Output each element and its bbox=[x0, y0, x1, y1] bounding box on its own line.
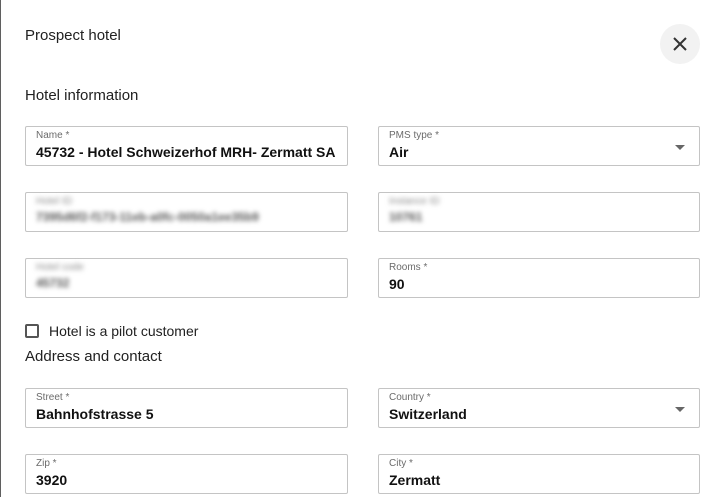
name-label: Name * bbox=[36, 130, 70, 141]
hotel-code-value: 45732 bbox=[36, 276, 70, 290]
pilot-customer-checkbox[interactable] bbox=[25, 324, 39, 338]
zip-label: Zip * bbox=[36, 458, 57, 469]
name-field[interactable]: Name * 45732 - Hotel Schweizerhof MRH- Z… bbox=[25, 126, 348, 166]
window-left-edge bbox=[0, 0, 1, 497]
dropdown-arrow-icon[interactable] bbox=[675, 407, 685, 412]
close-button[interactable] bbox=[660, 24, 700, 64]
country-label: Country * bbox=[389, 392, 431, 403]
section-title-hotel-information: Hotel information bbox=[25, 87, 139, 104]
section-title-address-contact: Address and contact bbox=[25, 348, 162, 365]
zip-field[interactable]: Zip * 3920 bbox=[25, 454, 348, 494]
pms-type-label: PMS type * bbox=[389, 130, 440, 141]
hotel-code-field[interactable]: Hotel code 45732 bbox=[25, 258, 348, 298]
street-label: Street * bbox=[36, 392, 70, 403]
pms-type-value: Air bbox=[389, 144, 409, 160]
street-value: Bahnhofstrasse 5 bbox=[36, 406, 154, 422]
city-value: Zermatt bbox=[389, 472, 441, 488]
rooms-label: Rooms * bbox=[389, 262, 428, 273]
street-field[interactable]: Street * Bahnhofstrasse 5 bbox=[25, 388, 348, 428]
city-label: City * bbox=[389, 458, 413, 469]
pms-type-select[interactable]: PMS type * Air bbox=[378, 126, 700, 166]
instance-id-field[interactable]: Instance ID 10761 bbox=[378, 192, 700, 232]
hotel-id-value: 7395d6f2-f173-11eb-a0fc-0050a1ee35b9 bbox=[36, 210, 259, 224]
hotel-id-field[interactable]: Hotel ID 7395d6f2-f173-11eb-a0fc-0050a1e… bbox=[25, 192, 348, 232]
rooms-value: 90 bbox=[389, 276, 405, 292]
instance-id-label: Instance ID bbox=[389, 196, 440, 207]
dialog-title: Prospect hotel bbox=[25, 27, 121, 44]
close-icon bbox=[673, 37, 687, 51]
zip-value: 3920 bbox=[36, 472, 68, 488]
hotel-code-label: Hotel code bbox=[36, 262, 84, 273]
country-value: Switzerland bbox=[389, 406, 467, 422]
city-field[interactable]: City * Zermatt bbox=[378, 454, 700, 494]
rooms-field[interactable]: Rooms * 90 bbox=[378, 258, 700, 298]
dropdown-arrow-icon[interactable] bbox=[675, 145, 685, 150]
country-select[interactable]: Country * Switzerland bbox=[378, 388, 700, 428]
instance-id-value: 10761 bbox=[389, 210, 423, 224]
pilot-customer-label[interactable]: Hotel is a pilot customer bbox=[49, 323, 198, 339]
hotel-id-label: Hotel ID bbox=[36, 196, 73, 207]
name-value: 45732 - Hotel Schweizerhof MRH- Zermatt … bbox=[36, 144, 336, 160]
